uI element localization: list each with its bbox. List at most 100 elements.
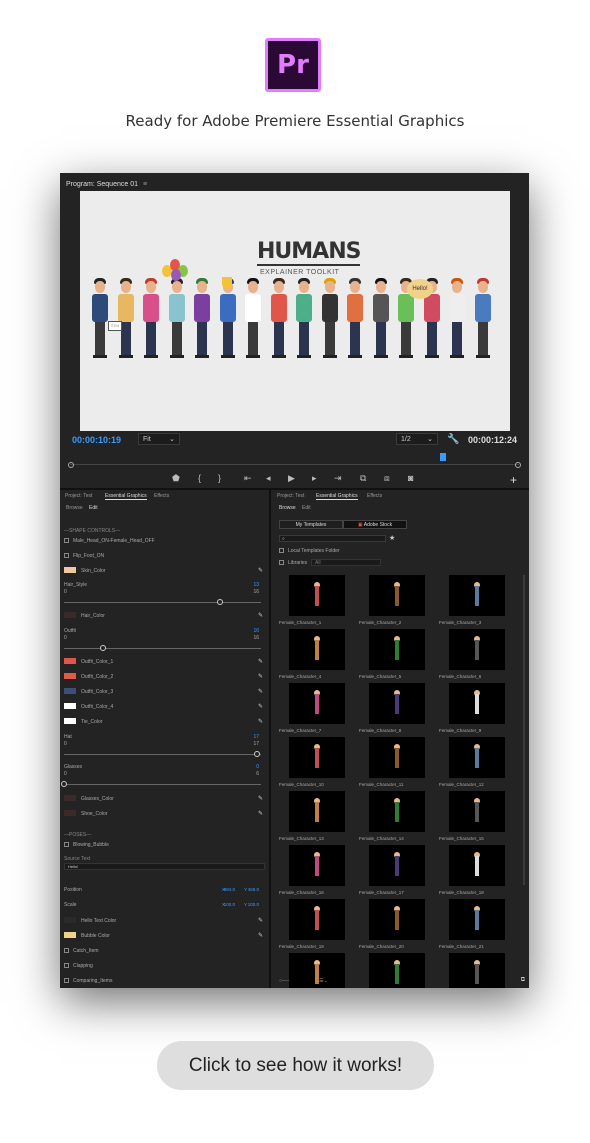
tie-color-swatch[interactable] [64, 718, 76, 724]
eyedropper-icon[interactable]: ✎ [258, 658, 263, 665]
mark-out-icon[interactable]: } [218, 473, 221, 483]
libraries-select[interactable]: All [311, 559, 381, 566]
camera-icon[interactable]: ◙ [408, 473, 413, 483]
outfit-value[interactable]: 16 [253, 628, 259, 634]
comparing-items-row[interactable]: Comparing_Items [64, 977, 263, 987]
lift-icon[interactable]: ⧉ [360, 473, 366, 484]
outfit-slider-knob[interactable] [99, 645, 106, 651]
hair-style-value[interactable]: 13 [253, 582, 259, 588]
glasses-value[interactable]: 0 [256, 764, 259, 770]
hair-color-swatch[interactable] [64, 612, 76, 618]
eyedropper-icon[interactable]: ✎ [258, 567, 263, 574]
glasses-color-swatch[interactable] [64, 795, 76, 801]
hat-track[interactable] [64, 754, 261, 755]
scale-x[interactable]: 100.0 [224, 902, 235, 907]
libraries-checkbox[interactable] [279, 560, 284, 565]
clapping-checkbox[interactable] [64, 963, 69, 968]
bubble-color-swatch[interactable] [64, 932, 76, 938]
eyedropper-icon[interactable]: ✎ [258, 612, 263, 619]
new-item-icon[interactable]: ⧉ [521, 977, 525, 984]
sort-icon[interactable]: ☰⌄ [319, 978, 328, 984]
local-folder-checkbox[interactable] [279, 548, 284, 553]
how-it-works-button[interactable]: Click to see how it works! [157, 1041, 434, 1090]
hat-value[interactable]: 17 [253, 734, 259, 740]
eyedropper-icon[interactable]: ✎ [258, 718, 263, 725]
eyedropper-icon[interactable]: ✎ [258, 795, 263, 802]
eyedropper-icon[interactable]: ✎ [258, 810, 263, 817]
flip-foot-row[interactable]: Flip_Foot_ON [64, 552, 263, 562]
eyedropper-icon[interactable]: ✎ [258, 688, 263, 695]
position-x[interactable]: 984.0 [224, 887, 235, 892]
tab-effects[interactable]: Effects [154, 493, 169, 499]
source-text-input[interactable]: Hello! [64, 863, 265, 870]
eyedropper-icon[interactable]: ✎ [258, 673, 263, 680]
zoom-handle-left[interactable] [68, 462, 74, 468]
go-to-out-icon[interactable]: ⇥ [334, 473, 342, 484]
glasses-slider-knob[interactable] [61, 781, 67, 787]
right-panel-tabs: Project: Test Essential Graphics Effects [273, 493, 529, 503]
tab-project[interactable]: Project: Test [277, 493, 304, 499]
eyedropper-icon[interactable]: ✎ [258, 703, 263, 710]
marker-icon[interactable]: ⬟ [172, 473, 180, 484]
hat-max: 17 [253, 741, 259, 747]
menu-icon[interactable]: ≡ [143, 181, 147, 188]
mark-in-icon[interactable]: { [198, 473, 201, 483]
current-timecode[interactable]: 00:00:10:19 [72, 435, 121, 445]
libraries-row[interactable]: Libraries All [279, 559, 523, 569]
blowing-bubble-row[interactable]: Blowing_Bubble [64, 841, 263, 851]
play-icon[interactable]: ▶ [288, 473, 295, 484]
time-ruler[interactable] [70, 453, 519, 465]
head-checkbox[interactable] [64, 538, 69, 543]
tab-essential-graphics[interactable]: Essential Graphics [105, 493, 147, 500]
head-toggle-row[interactable]: Male_Head_ON-Female_Head_OFF [64, 537, 263, 547]
tab-essential-graphics[interactable]: Essential Graphics [316, 493, 358, 500]
search-input[interactable]: ⌕ [279, 535, 386, 542]
outfit-color-4-swatch[interactable] [64, 703, 76, 709]
eyedropper-icon[interactable]: ✎ [258, 917, 263, 924]
hat-slider-knob[interactable] [254, 751, 260, 757]
my-templates-button[interactable]: My Templates [279, 520, 343, 529]
program-viewer[interactable]: HUMANS EXPLAINER TOOLKIT Hello! ITEM [80, 191, 510, 431]
fit-select[interactable]: Fit ⌄ [138, 433, 180, 445]
outfit-color-2-swatch[interactable] [64, 673, 76, 679]
step-back-icon[interactable]: ◂ [266, 473, 271, 484]
comparing-items-checkbox[interactable] [64, 978, 69, 983]
hair-style-track[interactable] [64, 602, 261, 603]
tab-project[interactable]: Project: Test [65, 493, 92, 499]
add-button-icon[interactable]: + [510, 473, 517, 487]
subtab-edit[interactable]: Edit [89, 505, 98, 511]
subtab-edit[interactable]: Edit [302, 505, 311, 511]
hair-color-row: Hair_Color ✎ [64, 612, 263, 622]
local-folder-row[interactable]: Local Templates Folder [279, 547, 523, 557]
subtab-browse[interactable]: Browse [279, 505, 296, 511]
blowing-bubble-checkbox[interactable] [64, 842, 69, 847]
catch-item-row[interactable]: Catch_Item [64, 947, 263, 957]
playhead[interactable] [440, 453, 446, 461]
outfit-color-1-swatch[interactable] [64, 658, 76, 664]
flip-foot-checkbox[interactable] [64, 553, 69, 558]
catch-item-checkbox[interactable] [64, 948, 69, 953]
extract-icon[interactable]: ⧈ [384, 473, 390, 484]
zoom-handle-right[interactable] [515, 462, 521, 468]
tab-effects[interactable]: Effects [367, 493, 382, 499]
shoe-color-swatch[interactable] [64, 810, 76, 816]
clapping-row[interactable]: Clapping [64, 962, 263, 972]
adobe-stock-button[interactable]: ▣ Adobe Stock [343, 520, 407, 529]
star-icon[interactable]: ★ [389, 534, 395, 542]
outfit-color-3-swatch[interactable] [64, 688, 76, 694]
vertical-scrollbar[interactable] [523, 575, 525, 885]
eyedropper-icon[interactable]: ✎ [258, 932, 263, 939]
thumbnail-size-slider[interactable]: ○── [279, 978, 289, 984]
go-to-in-icon[interactable]: ⇤ [244, 473, 252, 484]
hello-text-color-swatch[interactable] [64, 917, 76, 923]
hair-style-slider-knob[interactable] [217, 599, 224, 605]
resolution-select[interactable]: 1/2 ⌄ [396, 433, 438, 445]
step-forward-icon[interactable]: ▸ [312, 473, 317, 484]
skin-color-swatch[interactable] [64, 567, 76, 573]
scale-y[interactable]: 100.0 [248, 902, 259, 907]
position-y[interactable]: 468.0 [248, 887, 259, 892]
subtab-browse[interactable]: Browse [66, 505, 83, 511]
outfit-track[interactable] [64, 648, 261, 649]
glasses-track[interactable] [64, 784, 261, 785]
wrench-icon[interactable]: 🔧 [447, 434, 459, 445]
